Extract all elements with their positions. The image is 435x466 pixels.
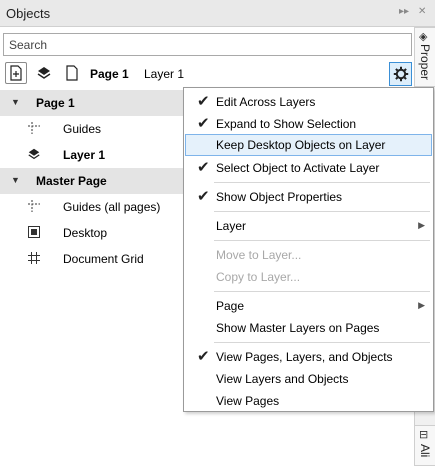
new-page-icon-button[interactable] xyxy=(5,62,27,84)
new-layer-icon-button[interactable] xyxy=(33,62,55,84)
menu-item-view-pages[interactable]: View Pages xyxy=(185,390,432,412)
menu-item-label: View Layers and Objects xyxy=(216,372,349,386)
current-layer-label[interactable]: Layer 1 xyxy=(144,67,184,81)
menu-item-view-layers-and-objects[interactable]: View Layers and Objects xyxy=(185,368,432,390)
menu-item-label: Show Master Layers on Pages xyxy=(216,321,380,335)
menu-item-label: Edit Across Layers xyxy=(216,95,316,109)
gear-icon xyxy=(393,66,408,82)
menu-separator xyxy=(214,211,430,212)
align-tab-label: Ali xyxy=(418,444,432,458)
expand-arrow-icon[interactable]: ▼ xyxy=(11,97,20,107)
docker-title: Objects xyxy=(6,6,51,21)
tree-label: Desktop xyxy=(63,226,108,240)
options-gear-button[interactable] xyxy=(389,62,412,86)
tree-label: Document Grid xyxy=(63,252,144,266)
submenu-arrow-icon: ▶ xyxy=(418,220,425,230)
menu-separator xyxy=(214,240,430,241)
properties-tab-label: Proper xyxy=(418,44,432,81)
checkmark-icon: ✔ xyxy=(197,115,210,132)
menu-item-select-object-to-activate-layer[interactable]: ✔ Select Object to Activate Layer xyxy=(185,157,432,179)
menu-item-show-object-properties[interactable]: ✔ Show Object Properties xyxy=(185,186,432,208)
menu-item-label: Expand to Show Selection xyxy=(216,117,357,131)
menu-item-label: Keep Desktop Objects on Layer xyxy=(216,138,386,152)
align-icon: ⊟ xyxy=(419,429,429,441)
properties-docker-tab[interactable]: ◈ Proper xyxy=(415,27,435,87)
menu-item-view-pages-layers-objects[interactable]: ✔ View Pages, Layers, and Objects xyxy=(185,346,432,368)
menu-item-show-master-layers-on-pages[interactable]: Show Master Layers on Pages xyxy=(185,317,432,339)
checkmark-icon: ✔ xyxy=(197,188,210,205)
page-icon xyxy=(66,65,78,81)
menu-item-label: View Pages xyxy=(216,394,280,408)
menu-item-copy-to-layer[interactable]: Copy to Layer... xyxy=(185,266,432,288)
tree-label: Guides (all pages) xyxy=(63,200,161,214)
desktop-icon xyxy=(27,225,41,239)
options-context-menu: ✔ Edit Across Layers ✔ Expand to Show Se… xyxy=(183,87,434,412)
search-input[interactable] xyxy=(4,34,411,55)
menu-item-page[interactable]: Page ▶ xyxy=(185,295,432,317)
grid-icon xyxy=(27,251,41,265)
menu-item-layer[interactable]: Layer ▶ xyxy=(185,215,432,237)
docker-titlebar: Objects ▸▸ ✕ xyxy=(0,0,435,27)
guides-icon xyxy=(27,121,41,135)
menu-item-edit-across-layers[interactable]: ✔ Edit Across Layers xyxy=(185,91,432,113)
tree-label: Guides xyxy=(63,122,102,136)
collapse-docker-button[interactable]: ▸▸ xyxy=(399,6,409,17)
menu-item-label: Layer xyxy=(216,219,247,233)
layers-icon xyxy=(37,67,51,79)
checkmark-icon: ✔ xyxy=(197,93,210,110)
menu-item-label: Copy to Layer... xyxy=(216,270,301,284)
new-page-icon xyxy=(10,65,22,81)
objects-toolbar: Page 1 Layer 1 xyxy=(0,60,414,88)
menu-separator xyxy=(214,182,430,183)
close-docker-button[interactable]: ✕ xyxy=(418,6,426,17)
menu-separator xyxy=(214,342,430,343)
checkmark-icon: ✔ xyxy=(197,348,210,365)
align-docker-tab[interactable]: ⊟ Ali xyxy=(415,425,435,466)
page-view-icon-button[interactable] xyxy=(61,62,83,84)
current-page-label[interactable]: Page 1 xyxy=(90,67,129,81)
submenu-arrow-icon: ▶ xyxy=(418,300,425,310)
menu-item-keep-desktop-objects-on-layer[interactable]: Keep Desktop Objects on Layer xyxy=(185,134,432,156)
search-box[interactable] xyxy=(3,33,412,56)
tree-label: Master Page xyxy=(36,174,107,188)
checkmark-icon: ✔ xyxy=(197,159,210,176)
guides-icon xyxy=(27,199,41,213)
properties-icon: ◈ xyxy=(419,31,428,43)
tree-label: Page 1 xyxy=(36,96,75,110)
menu-item-expand-to-show-selection[interactable]: ✔ Expand to Show Selection xyxy=(185,113,432,135)
menu-item-label: Show Object Properties xyxy=(216,190,343,204)
menu-separator xyxy=(214,291,430,292)
menu-item-label: Select Object to Activate Layer xyxy=(216,161,380,175)
tree-label: Layer 1 xyxy=(63,148,106,162)
menu-item-label: Move to Layer... xyxy=(216,248,302,262)
menu-item-label: View Pages, Layers, and Objects xyxy=(216,350,393,364)
expand-arrow-icon[interactable]: ▼ xyxy=(11,175,20,185)
menu-item-move-to-layer[interactable]: Move to Layer... xyxy=(185,244,432,266)
layers-icon xyxy=(27,147,41,161)
menu-item-label: Page xyxy=(216,299,245,313)
